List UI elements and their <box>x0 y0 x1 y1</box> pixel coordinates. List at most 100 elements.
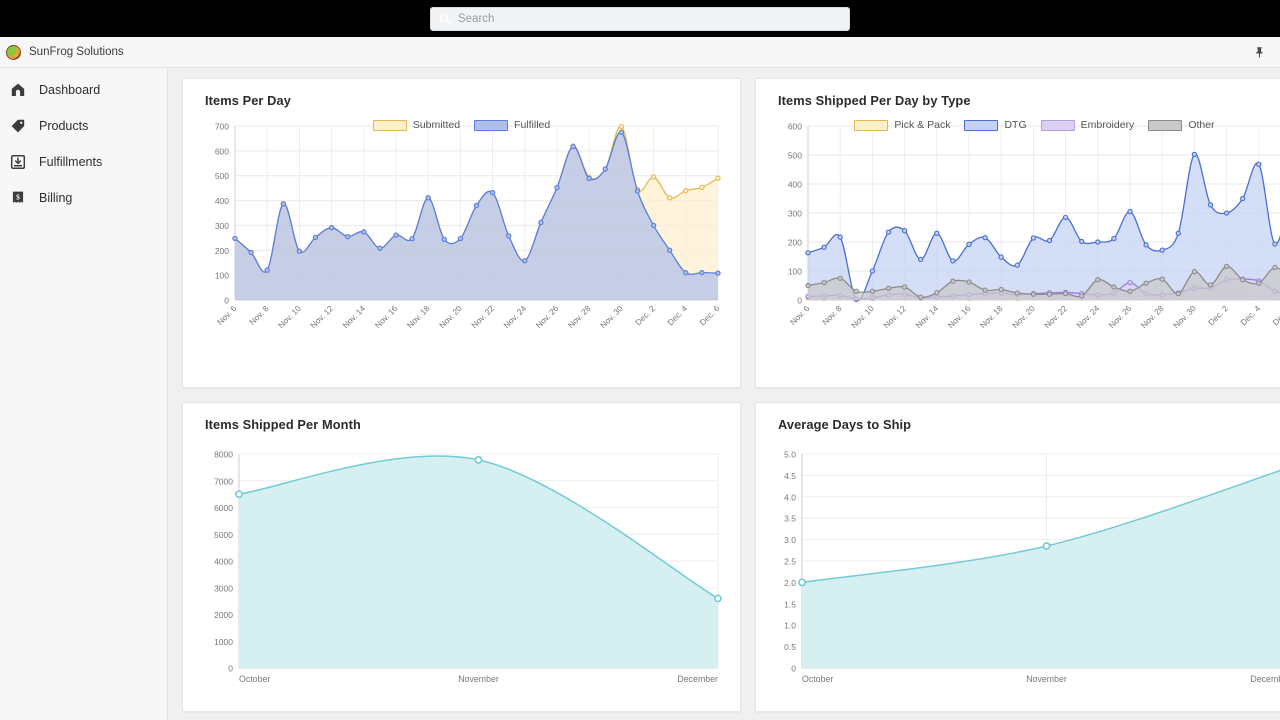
sidebar-item-dashboard[interactable]: Dashboard <box>0 78 167 102</box>
svg-text:Nov. 28: Nov. 28 <box>1139 303 1166 330</box>
chart-items-per-day[interactable]: 0100200300400500600700Nov. 6Nov. 8Nov. 1… <box>195 108 730 358</box>
svg-text:Nov. 26: Nov. 26 <box>1107 303 1134 330</box>
home-icon <box>10 82 26 98</box>
chart-items-shipped-per-day-by-type[interactable]: 0100200300400500600Nov. 6Nov. 8Nov. 10No… <box>768 108 1280 358</box>
brand-name: SunFrog Solutions <box>29 46 124 58</box>
svg-text:0: 0 <box>228 664 233 674</box>
sidebar-item-fulfillments[interactable]: Fulfillments <box>0 150 167 174</box>
svg-text:Nov. 28: Nov. 28 <box>566 303 593 330</box>
svg-text:400: 400 <box>788 180 802 190</box>
svg-text:Nov. 30: Nov. 30 <box>598 303 625 330</box>
dollar-receipt-icon: $ <box>10 190 26 206</box>
svg-text:100: 100 <box>215 271 229 281</box>
svg-text:Nov. 12: Nov. 12 <box>881 303 908 330</box>
svg-text:$: $ <box>16 193 20 202</box>
svg-text:500: 500 <box>788 151 802 161</box>
card-title: Average Days to Ship <box>778 417 1280 432</box>
svg-text:Nov. 6: Nov. 6 <box>788 303 812 327</box>
dashboard-row-bottom: Items Shipped Per Month 0100020003000400… <box>182 402 1280 712</box>
svg-text:Dec. 4: Dec. 4 <box>1238 303 1262 327</box>
svg-text:Nov. 22: Nov. 22 <box>1042 303 1069 330</box>
svg-text:Nov. 18: Nov. 18 <box>405 303 432 330</box>
svg-text:3.0: 3.0 <box>784 535 796 545</box>
card-items-per-day: Items Per Day Submitted Fulfilled 010020… <box>182 78 741 388</box>
svg-text:7000: 7000 <box>214 476 233 486</box>
svg-text:2.0: 2.0 <box>784 578 796 588</box>
search-bar[interactable] <box>430 7 850 31</box>
svg-text:Nov. 14: Nov. 14 <box>340 303 367 330</box>
dashboard-content: Items Per Day Submitted Fulfilled 010020… <box>168 68 1280 720</box>
svg-text:November: November <box>458 674 499 684</box>
svg-text:3.5: 3.5 <box>784 514 796 524</box>
card-average-days-to-ship: Average Days to Ship 0 0.5 1.0 1.5 2.0 2.5 3.0… <box>755 402 1280 712</box>
svg-text:600: 600 <box>788 122 802 132</box>
svg-text:4.0: 4.0 <box>784 492 796 502</box>
svg-text:Nov. 16: Nov. 16 <box>946 303 973 330</box>
svg-text:500: 500 <box>215 171 229 181</box>
sidebar: Dashboard Products Fulfillments $ Billin… <box>0 68 168 720</box>
inbox-download-icon <box>10 154 26 170</box>
svg-text:Nov. 20: Nov. 20 <box>437 303 464 330</box>
svg-text:4.5: 4.5 <box>784 471 796 481</box>
svg-text:1.0: 1.0 <box>784 621 796 631</box>
sidebar-item-products[interactable]: Products <box>0 114 167 138</box>
svg-text:Dec. 6: Dec. 6 <box>697 303 721 327</box>
sidebar-item-label: Dashboard <box>39 83 100 97</box>
svg-text:Nov. 8: Nov. 8 <box>820 303 844 327</box>
svg-text:1.5: 1.5 <box>784 599 796 609</box>
sidebar-item-label: Billing <box>39 191 72 205</box>
svg-text:0: 0 <box>791 664 796 674</box>
svg-text:Dec. 2: Dec. 2 <box>633 303 657 327</box>
svg-text:200: 200 <box>215 246 229 256</box>
svg-text:Nov. 8: Nov. 8 <box>247 303 271 327</box>
svg-text:0: 0 <box>224 296 229 306</box>
svg-text:600: 600 <box>215 146 229 156</box>
svg-text:Nov. 18: Nov. 18 <box>978 303 1005 330</box>
search-input[interactable] <box>458 13 841 25</box>
brand[interactable]: SunFrog Solutions <box>6 45 124 60</box>
svg-text:0.5: 0.5 <box>784 642 796 652</box>
chart-average-days-to-ship[interactable]: 0 0.5 1.0 1.5 2.0 2.5 3.0 3.5 4.0 4.5 5.0 October No… <box>768 432 1280 712</box>
sidebar-item-label: Products <box>39 119 88 133</box>
card-title: Items Per Day <box>205 93 728 108</box>
svg-text:Nov. 26: Nov. 26 <box>534 303 561 330</box>
svg-text:Nov. 30: Nov. 30 <box>1171 303 1198 330</box>
svg-text:200: 200 <box>788 238 802 248</box>
app-header: SunFrog Solutions <box>0 37 1280 68</box>
card-title: Items Shipped Per Day by Type <box>778 93 1280 108</box>
chart-items-shipped-per-month[interactable]: 010002000300040005000600070008000October… <box>195 432 730 712</box>
svg-text:3000: 3000 <box>214 583 233 593</box>
svg-text:December: December <box>677 674 718 684</box>
svg-text:100: 100 <box>788 267 802 277</box>
svg-text:700: 700 <box>215 122 229 132</box>
svg-text:Nov. 6: Nov. 6 <box>215 303 239 327</box>
app-body: Dashboard Products Fulfillments $ Billin… <box>0 68 1280 720</box>
card-items-shipped-per-day-by-type: Items Shipped Per Day by Type Pick & Pac… <box>755 78 1280 388</box>
svg-text:Nov. 10: Nov. 10 <box>276 303 303 330</box>
svg-text:Nov. 14: Nov. 14 <box>913 303 940 330</box>
card-items-shipped-per-month: Items Shipped Per Month 0100020003000400… <box>182 402 741 712</box>
svg-text:Dec. 4: Dec. 4 <box>665 303 689 327</box>
pin-icon[interactable] <box>1253 46 1266 59</box>
svg-text:Nov. 24: Nov. 24 <box>501 303 528 330</box>
svg-text:October: October <box>802 674 833 684</box>
sidebar-item-billing[interactable]: $ Billing <box>0 186 167 210</box>
svg-text:Nov. 10: Nov. 10 <box>849 303 876 330</box>
svg-text:0: 0 <box>797 296 802 306</box>
browser-top-bar <box>0 0 1280 37</box>
svg-text:November: November <box>1026 674 1067 684</box>
svg-text:300: 300 <box>788 209 802 219</box>
svg-text:5.0: 5.0 <box>784 450 796 460</box>
search-icon <box>439 13 451 25</box>
card-title: Items Shipped Per Month <box>205 417 728 432</box>
svg-text:Dec. 2: Dec. 2 <box>1206 303 1230 327</box>
svg-text:December: December <box>1250 674 1280 684</box>
svg-text:Nov. 24: Nov. 24 <box>1074 303 1101 330</box>
svg-text:Nov. 16: Nov. 16 <box>373 303 400 330</box>
sunfrog-logo-icon <box>6 45 21 60</box>
sidebar-item-label: Fulfillments <box>39 155 102 169</box>
svg-text:Nov. 22: Nov. 22 <box>469 303 496 330</box>
svg-text:4000: 4000 <box>214 557 233 567</box>
svg-text:2000: 2000 <box>214 610 233 620</box>
svg-text:2.5: 2.5 <box>784 557 796 567</box>
